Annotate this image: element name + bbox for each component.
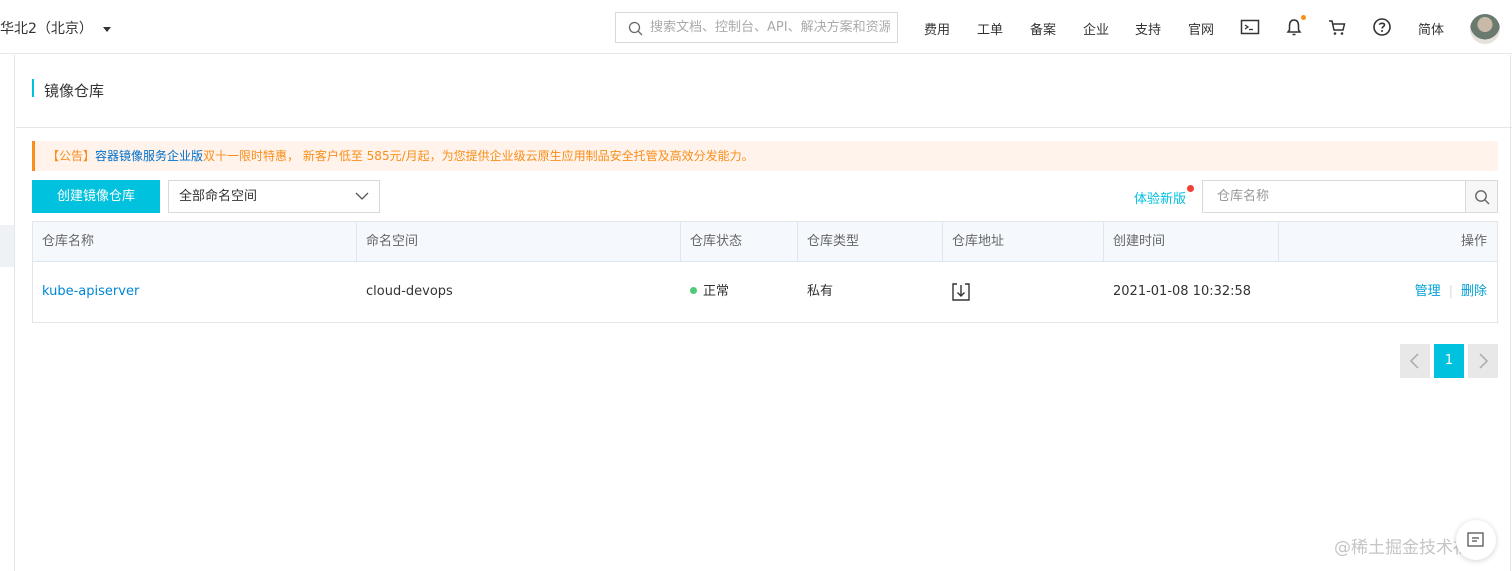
create-repo-button[interactable]: 创建镜像仓库	[32, 180, 160, 213]
nav-official-site[interactable]: 官网	[1188, 19, 1214, 38]
sidebar-selected-item[interactable]	[0, 225, 14, 267]
page-header: 镜像仓库	[16, 55, 1512, 128]
avatar[interactable]	[1470, 14, 1500, 44]
announcement-banner: 【公告】容器镜像服务企业版双十一限时特惠， 新客户低至 585元/月起，为您提供…	[32, 141, 1498, 171]
region-selector[interactable]: 华北2（北京）	[0, 18, 111, 38]
action-separator: |	[1448, 284, 1453, 299]
try-new-version-link[interactable]: 体验新版	[1134, 185, 1195, 207]
cart-icon[interactable]	[1327, 17, 1347, 37]
repo-search[interactable]	[1202, 180, 1466, 213]
top-bar: 华北2（北京） 费用 工单 备案 企业 支持 官网	[0, 0, 1512, 54]
repo-type: 私有	[807, 284, 834, 299]
column-header-name: 仓库名称	[33, 222, 357, 262]
global-search[interactable]	[615, 12, 898, 43]
nav-tickets[interactable]: 工单	[977, 19, 1003, 38]
title-accent-bar	[32, 79, 34, 97]
delete-link[interactable]: 删除	[1461, 284, 1487, 299]
announcement-text: ， 新客户低至 585元/月起，为您提供企业级云原生应用制品安全托管及高效分发能…	[287, 149, 754, 163]
column-header-status: 仓库状态	[681, 222, 798, 262]
try-new-version-label: 体验新版	[1134, 192, 1187, 207]
nav-icp[interactable]: 备案	[1030, 19, 1056, 38]
repo-created-time: 2021-01-08 10:32:58	[1113, 284, 1252, 299]
feedback-button[interactable]	[1456, 520, 1496, 560]
repo-name[interactable]: kube-apiserver	[42, 284, 139, 299]
promo-text: 双十一限时特惠	[203, 149, 288, 163]
pagination-page-current[interactable]: 1	[1434, 344, 1464, 378]
page-title: 镜像仓库	[44, 82, 105, 100]
namespace-select-value: 全部命名空间	[179, 189, 258, 204]
pagination-next-button[interactable]	[1468, 344, 1498, 378]
nav-fees[interactable]: 费用	[924, 19, 950, 38]
help-icon[interactable]	[1372, 17, 1392, 37]
chevron-left-icon	[1409, 353, 1419, 369]
nav-enterprise[interactable]: 企业	[1083, 19, 1109, 38]
announcement-tag: 【公告】	[47, 149, 96, 163]
repo-search-button[interactable]	[1465, 180, 1498, 213]
chevron-down-icon	[355, 192, 369, 200]
repo-table: 仓库名称 命名空间 仓库状态 仓库类型 仓库地址 创建时间 操作 kube-ap…	[32, 221, 1498, 323]
language-switch[interactable]: 简体	[1418, 19, 1444, 38]
repo-status-label: 正常	[703, 284, 730, 299]
row-actions: 管理 | 删除	[1415, 262, 1487, 322]
global-search-input[interactable]	[650, 13, 890, 42]
repo-status: 正常	[681, 262, 729, 322]
terminal-icon[interactable]	[1240, 17, 1260, 37]
repo-search-input[interactable]	[1203, 181, 1465, 212]
caret-down-icon	[102, 26, 111, 32]
enterprise-edition-link[interactable]: 容器镜像服务企业版	[95, 149, 203, 163]
edit-icon	[1467, 532, 1484, 547]
search-icon	[1475, 190, 1490, 205]
column-header-created: 创建时间	[1104, 222, 1279, 262]
namespace-select[interactable]: 全部命名空间	[168, 180, 380, 213]
column-header-address: 仓库地址	[943, 222, 1104, 262]
left-sidebar	[0, 55, 15, 571]
repo-name-link[interactable]: kube-apiserver	[33, 262, 139, 322]
status-dot	[690, 287, 697, 294]
region-label: 华北2（北京）	[0, 21, 93, 37]
manage-link[interactable]: 管理	[1415, 284, 1441, 299]
search-icon	[628, 21, 643, 36]
download-icon[interactable]	[951, 282, 971, 302]
bell-icon[interactable]	[1284, 15, 1306, 37]
nav-support[interactable]: 支持	[1135, 19, 1161, 38]
column-header-actions: 操作	[1460, 234, 1487, 249]
notification-badge	[1301, 15, 1306, 20]
chevron-right-icon	[1479, 353, 1489, 369]
divider	[1510, 55, 1511, 571]
column-header-namespace: 命名空间	[357, 222, 681, 262]
column-header-type: 仓库类型	[798, 222, 943, 262]
repo-namespace: cloud-devops	[366, 284, 453, 299]
pagination-prev-button[interactable]	[1400, 344, 1430, 378]
new-badge	[1187, 185, 1195, 192]
table-header: 仓库名称 命名空间 仓库状态 仓库类型 仓库地址 创建时间 操作	[33, 222, 1497, 262]
